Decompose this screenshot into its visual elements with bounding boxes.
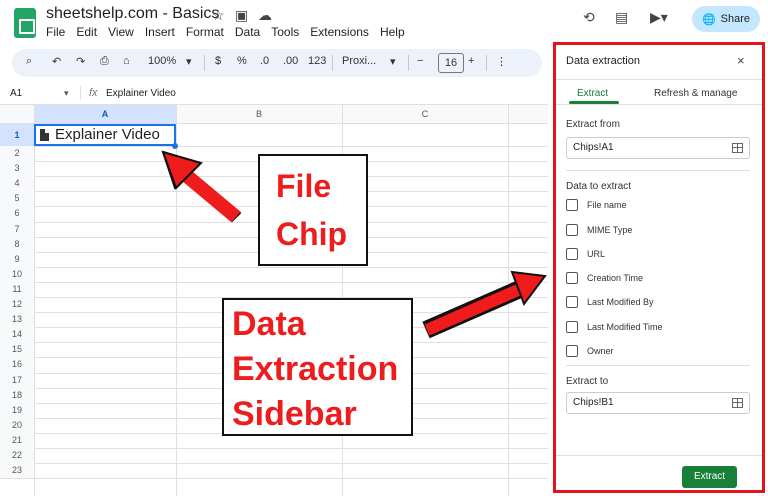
arrow-to-sidebar bbox=[422, 270, 547, 339]
callout-line: Extraction bbox=[232, 350, 399, 388]
extract-from-label: Extract from bbox=[566, 119, 620, 130]
callout-line: Data bbox=[232, 305, 306, 343]
callout-line: Sidebar bbox=[232, 395, 357, 433]
tab-extract[interactable]: Extract bbox=[577, 88, 608, 99]
extract-button[interactable]: Extract bbox=[682, 466, 737, 488]
last-modified-by-checkbox[interactable] bbox=[566, 296, 578, 308]
divider bbox=[556, 104, 762, 105]
data-extraction-sidebar: Data extraction × Extract Refresh & mana… bbox=[553, 42, 765, 493]
callout-line: File bbox=[276, 168, 332, 204]
divider bbox=[556, 455, 762, 456]
last-modified-time-label: Last Modified Time bbox=[587, 322, 663, 332]
extract-from-value: Chips!A1 bbox=[573, 142, 614, 153]
divider bbox=[556, 79, 762, 80]
sidebar-callout: Data Extraction Sidebar bbox=[222, 298, 413, 436]
owner-label: Owner bbox=[587, 346, 614, 356]
file-name-checkbox[interactable] bbox=[566, 199, 578, 211]
last-modified-by-label: Last Modified By bbox=[587, 297, 654, 307]
creation-time-checkbox[interactable] bbox=[566, 272, 578, 284]
mime-type-label: MIME Type bbox=[587, 225, 633, 235]
extract-to-value: Chips!B1 bbox=[573, 397, 614, 408]
extract-to-label: Extract to bbox=[566, 376, 609, 387]
select-range-icon[interactable] bbox=[732, 143, 743, 153]
data-to-extract-label: Data to extract bbox=[566, 181, 632, 192]
mime-type-checkbox[interactable] bbox=[566, 224, 578, 236]
file-name-label: File name bbox=[587, 200, 627, 210]
callout-line: Chip bbox=[276, 216, 348, 252]
url-label: URL bbox=[587, 249, 606, 259]
url-checkbox[interactable] bbox=[566, 248, 578, 260]
divider bbox=[566, 170, 750, 171]
last-modified-time-checkbox[interactable] bbox=[566, 321, 578, 333]
close-icon[interactable]: × bbox=[737, 53, 745, 68]
file-chip-callout: File Chip bbox=[258, 154, 368, 266]
tab-refresh-manage[interactable]: Refresh & manage bbox=[654, 88, 737, 99]
divider bbox=[566, 365, 750, 366]
select-range-icon[interactable] bbox=[732, 398, 743, 408]
sidebar-title: Data extraction bbox=[566, 55, 640, 67]
owner-checkbox[interactable] bbox=[566, 345, 578, 357]
arrow-to-file-chip bbox=[161, 150, 241, 223]
extract-from-input[interactable]: Chips!A1 bbox=[566, 137, 750, 159]
extract-to-input[interactable]: Chips!B1 bbox=[566, 392, 750, 414]
creation-time-label: Creation Time bbox=[587, 273, 644, 283]
